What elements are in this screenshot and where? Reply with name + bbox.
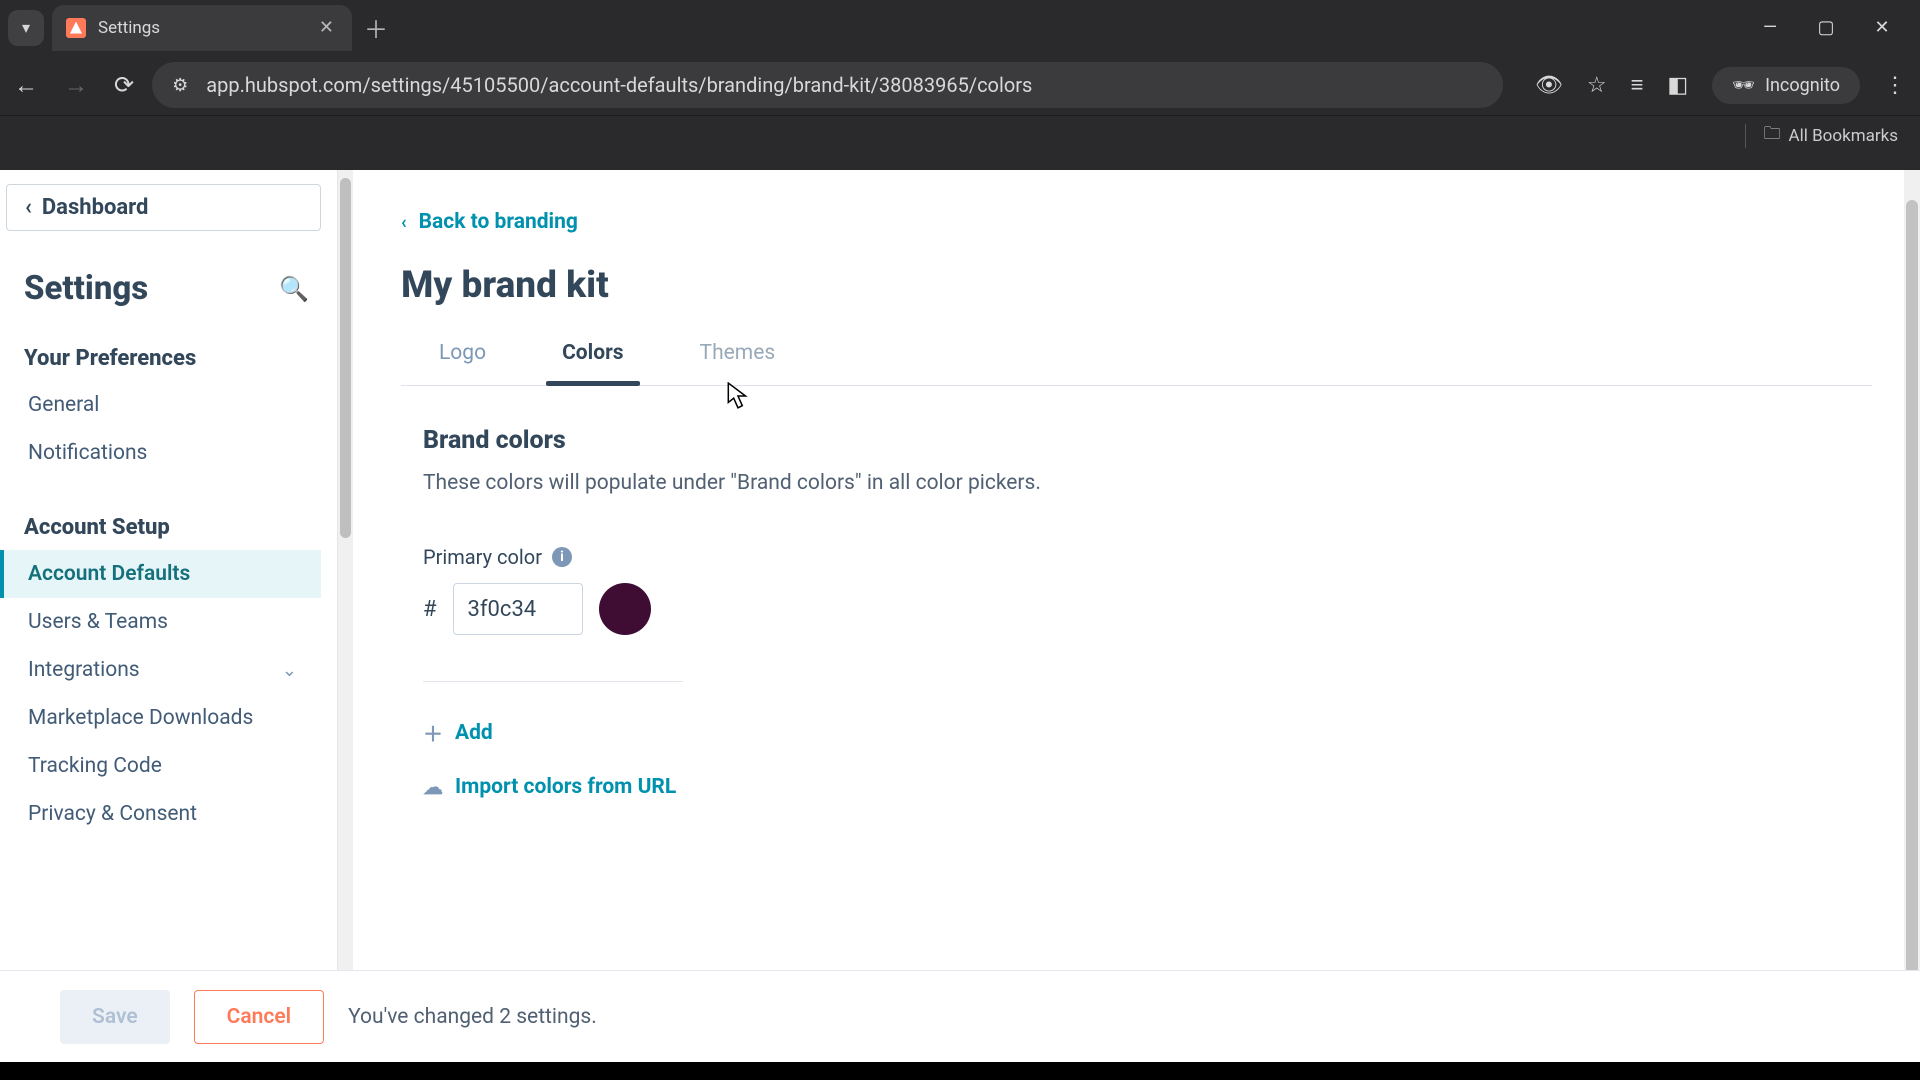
- tab-logo[interactable]: Logo: [401, 341, 524, 385]
- sidebar-item-account-defaults[interactable]: Account Defaults: [0, 550, 321, 598]
- sidebar-item-users-teams[interactable]: Users & Teams: [0, 598, 321, 646]
- url-text: app.hubspot.com/settings/45105500/accoun…: [206, 73, 1032, 97]
- back-label: Back to branding: [419, 210, 578, 234]
- incognito-badge[interactable]: 🕶 Incognito: [1712, 67, 1860, 104]
- sidebar-scrollbar[interactable]: ▾: [337, 170, 353, 1062]
- eye-off-icon[interactable]: 👁: [1535, 73, 1563, 98]
- save-button[interactable]: Save: [60, 990, 170, 1044]
- sidebar-item-marketplace[interactable]: Marketplace Downloads: [0, 694, 321, 742]
- info-icon[interactable]: i: [552, 547, 572, 567]
- forward-icon[interactable]: →: [64, 71, 88, 100]
- close-tab-icon[interactable]: ✕: [319, 17, 334, 38]
- hex-input[interactable]: [453, 583, 583, 635]
- primary-color-row: #: [423, 583, 1850, 635]
- color-swatch[interactable]: [599, 583, 651, 635]
- window-controls: ― ▢ ✕: [1760, 17, 1920, 38]
- reading-list-icon[interactable]: ≡: [1631, 72, 1644, 98]
- sidebar-group-account: Account Setup: [0, 515, 321, 540]
- all-bookmarks-link[interactable]: All Bookmarks: [1789, 126, 1898, 146]
- close-window-icon[interactable]: ✕: [1872, 17, 1892, 38]
- chevron-down-icon: ⌄: [282, 660, 297, 681]
- tab-themes[interactable]: Themes: [662, 341, 814, 385]
- section-description: These colors will populate under "Brand …: [423, 471, 1850, 495]
- reload-icon[interactable]: ⟳: [114, 71, 134, 99]
- cloud-upload-icon: ☁: [423, 775, 443, 799]
- sidebar-item-integrations[interactable]: Integrations⌄: [0, 646, 321, 694]
- bookmarks-bar: 🗀 All Bookmarks: [0, 115, 1920, 155]
- taskbar-strip: [0, 1062, 1920, 1080]
- sidebar-item-privacy[interactable]: Privacy & Consent: [0, 790, 321, 838]
- import-colors-button[interactable]: ☁ Import colors from URL: [423, 775, 1850, 799]
- divider: [1745, 124, 1746, 148]
- chevron-down-icon: ▾: [22, 18, 30, 37]
- maximize-icon[interactable]: ▢: [1816, 17, 1836, 38]
- dashboard-back-link[interactable]: ‹ Dashboard: [6, 184, 321, 231]
- address-bar-row: ← → ⟳ ⚙ app.hubspot.com/settings/4510550…: [0, 55, 1920, 115]
- tabs: Logo Colors Themes: [401, 341, 1872, 386]
- incognito-label: Incognito: [1765, 75, 1840, 96]
- new-tab-button[interactable]: ＋: [364, 10, 388, 45]
- search-icon[interactable]: 🔍: [279, 275, 309, 303]
- side-panel-icon[interactable]: ◧: [1667, 73, 1688, 98]
- tab-strip: ▾ Settings ✕ ＋ ― ▢ ✕: [0, 0, 1920, 55]
- hash-symbol: #: [423, 597, 437, 622]
- sidebar: ‹ Dashboard Settings 🔍 Your Preferences …: [0, 170, 337, 1062]
- incognito-icon: 🕶: [1732, 75, 1755, 96]
- chevron-left-icon: ‹: [401, 212, 407, 233]
- changed-settings-status: You've changed 2 settings.: [348, 1005, 597, 1029]
- primary-color-label: Primary color i: [423, 545, 1850, 569]
- save-footer: Save Cancel You've changed 2 settings.: [0, 970, 1920, 1062]
- minimize-icon[interactable]: ―: [1760, 17, 1780, 38]
- page-scrollbar[interactable]: [1904, 170, 1920, 1062]
- app-root: ‹ Dashboard Settings 🔍 Your Preferences …: [0, 170, 1920, 1062]
- cancel-button[interactable]: Cancel: [194, 990, 324, 1044]
- add-color-button[interactable]: ＋ Add: [423, 718, 1850, 747]
- tab-colors[interactable]: Colors: [524, 341, 661, 385]
- divider: [423, 681, 683, 682]
- folder-icon: 🗀: [1764, 121, 1781, 150]
- sidebar-item-notifications[interactable]: Notifications: [0, 429, 321, 477]
- sidebar-item-tracking[interactable]: Tracking Code: [0, 742, 321, 790]
- back-icon[interactable]: ←: [14, 71, 38, 100]
- section-title: Brand colors: [423, 426, 1850, 455]
- sidebar-group-prefs: Your Preferences: [0, 346, 321, 371]
- back-to-branding-link[interactable]: ‹ Back to branding: [401, 210, 1872, 234]
- brand-colors-section: Brand colors These colors will populate …: [401, 386, 1872, 799]
- chevron-left-icon: ‹: [25, 195, 32, 220]
- browser-tab[interactable]: Settings ✕: [52, 5, 352, 51]
- tab-title: Settings: [98, 18, 307, 38]
- page-title: My brand kit: [401, 264, 1872, 307]
- dashboard-label: Dashboard: [42, 195, 149, 220]
- hubspot-favicon-icon: [66, 18, 86, 38]
- browser-chrome: ▾ Settings ✕ ＋ ― ▢ ✕ ← → ⟳ ⚙ app.hubspot…: [0, 0, 1920, 170]
- page-scroll-thumb[interactable]: [1906, 200, 1918, 1032]
- address-bar[interactable]: ⚙ app.hubspot.com/settings/45105500/acco…: [152, 62, 1503, 108]
- site-settings-icon[interactable]: ⚙: [172, 75, 188, 96]
- main-content: ‹ Back to branding My brand kit Logo Col…: [353, 170, 1920, 1062]
- plus-icon: ＋: [423, 718, 443, 747]
- sidebar-item-general[interactable]: General: [0, 381, 321, 429]
- sidebar-scroll-thumb[interactable]: [340, 178, 351, 538]
- sidebar-container: ‹ Dashboard Settings 🔍 Your Preferences …: [0, 170, 353, 1062]
- settings-heading: Settings: [24, 269, 148, 308]
- kebab-menu-icon[interactable]: ⋮: [1884, 73, 1906, 98]
- tabs-dropdown-button[interactable]: ▾: [8, 10, 44, 46]
- star-bookmark-icon[interactable]: ☆: [1587, 73, 1607, 98]
